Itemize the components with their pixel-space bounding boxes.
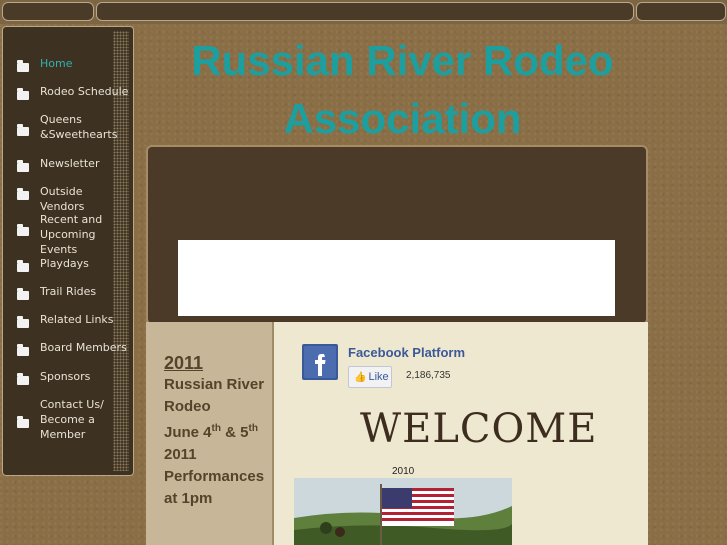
folder-icon bbox=[17, 88, 29, 100]
folder-icon bbox=[17, 260, 29, 272]
folder-icon bbox=[17, 224, 29, 236]
sidebar-item-label: Outside Vendors bbox=[40, 185, 85, 213]
banner-image-area bbox=[178, 240, 615, 316]
sidebar-item-rodeo-schedule[interactable]: Rodeo Schedule bbox=[3, 84, 129, 100]
sidebar-item-label: Contact Us/ Become a Member bbox=[40, 398, 104, 441]
sidebar-item-board-members[interactable]: Board Members bbox=[3, 340, 129, 356]
folder-icon bbox=[17, 344, 29, 356]
facebook-logo-icon[interactable] bbox=[302, 344, 338, 380]
event-sidebar: 2011 Russian River Rodeo June 4th & 5th … bbox=[146, 322, 272, 545]
event-perf-line1: Performances bbox=[164, 468, 265, 485]
header-banner bbox=[146, 145, 648, 325]
welcome-heading: WELCOME bbox=[360, 406, 598, 452]
event-name-line1: Russian River bbox=[164, 376, 265, 393]
sidebar-item-label: Board Members bbox=[40, 341, 127, 354]
event-perf-line2: at 1pm bbox=[164, 490, 213, 507]
folder-icon bbox=[17, 124, 29, 136]
sidebar-nav: Home Rodeo Schedule Queens &Sweethearts … bbox=[2, 26, 134, 476]
event-year: 2011 bbox=[164, 353, 204, 373]
sidebar-item-sponsors[interactable]: Sponsors bbox=[3, 369, 129, 385]
sidebar-item-queens-sweethearts[interactable]: Queens &Sweethearts bbox=[3, 112, 129, 144]
sidebar-item-label: Trail Rides bbox=[40, 285, 97, 298]
folder-icon bbox=[17, 416, 29, 428]
folder-icon bbox=[17, 60, 29, 72]
facebook-title-link[interactable]: Facebook Platform bbox=[348, 345, 465, 360]
flag-photo-image bbox=[294, 478, 512, 545]
event-date-mid: & 5 bbox=[220, 424, 249, 441]
sidebar-item-label: Rodeo Schedule bbox=[40, 85, 129, 98]
like-label: Like bbox=[368, 371, 389, 383]
event-date-prefix: June 4 bbox=[164, 424, 212, 441]
sidebar-item-newsletter[interactable]: Newsletter bbox=[3, 156, 129, 172]
welcome-panel: Facebook Platform 👍 Like 2,186,735 WELCOM… bbox=[272, 322, 648, 545]
event-date-sup1: th bbox=[211, 423, 221, 434]
top-bar-middle-segment bbox=[96, 2, 634, 21]
top-bar bbox=[0, 0, 727, 24]
sidebar-item-label: Queens &Sweethearts bbox=[40, 113, 118, 141]
thumbs-up-icon: 👍 bbox=[354, 372, 367, 383]
sidebar-item-label: Home bbox=[40, 57, 73, 70]
folder-icon bbox=[17, 316, 29, 328]
sidebar-item-outside-vendors[interactable]: Outside Vendors bbox=[3, 184, 129, 213]
facebook-like-button[interactable]: 👍 Like bbox=[348, 366, 392, 388]
folder-icon bbox=[17, 160, 29, 172]
event-date-year: 2011 bbox=[164, 446, 197, 463]
event-date-sup2: th bbox=[248, 423, 258, 434]
sidebar-item-label: Recent and Upcoming Events bbox=[40, 213, 103, 256]
main-content: 2011 Russian River Rodeo June 4th & 5th … bbox=[146, 322, 648, 545]
sidebar-item-related-links[interactable]: Related Links bbox=[3, 312, 129, 328]
event-date: June 4th & 5th bbox=[164, 418, 272, 444]
sidebar-item-trail-rides[interactable]: Trail Rides bbox=[3, 284, 129, 300]
folder-icon bbox=[17, 373, 29, 385]
sidebar-item-label: Newsletter bbox=[40, 157, 100, 170]
event-name-line2: Rodeo bbox=[164, 398, 211, 415]
sidebar-item-label: Sponsors bbox=[40, 370, 91, 383]
photo-year-caption: 2010 bbox=[392, 466, 415, 477]
folder-icon bbox=[17, 188, 29, 200]
event-details: 2011 Russian River Rodeo June 4th & 5th … bbox=[164, 352, 272, 510]
sidebar-item-playdays[interactable]: Playdays bbox=[3, 256, 129, 272]
like-count: 2,186,735 bbox=[406, 370, 451, 381]
top-bar-left-segment bbox=[2, 2, 94, 21]
sidebar-item-home[interactable]: Home bbox=[3, 56, 129, 72]
sidebar-item-label: Playdays bbox=[40, 257, 89, 270]
rodeo-photo bbox=[294, 478, 512, 545]
site-title: Russian River Rodeo Association bbox=[191, 37, 614, 142]
sidebar-item-contact-us[interactable]: Contact Us/ Become a Member bbox=[3, 397, 129, 445]
top-bar-right-segment bbox=[636, 2, 726, 21]
sidebar-item-recent-upcoming-events[interactable]: Recent and Upcoming Events bbox=[3, 212, 129, 256]
american-flag-icon bbox=[382, 488, 454, 526]
folder-icon bbox=[17, 288, 29, 300]
sidebar-item-label: Related Links bbox=[40, 313, 114, 326]
